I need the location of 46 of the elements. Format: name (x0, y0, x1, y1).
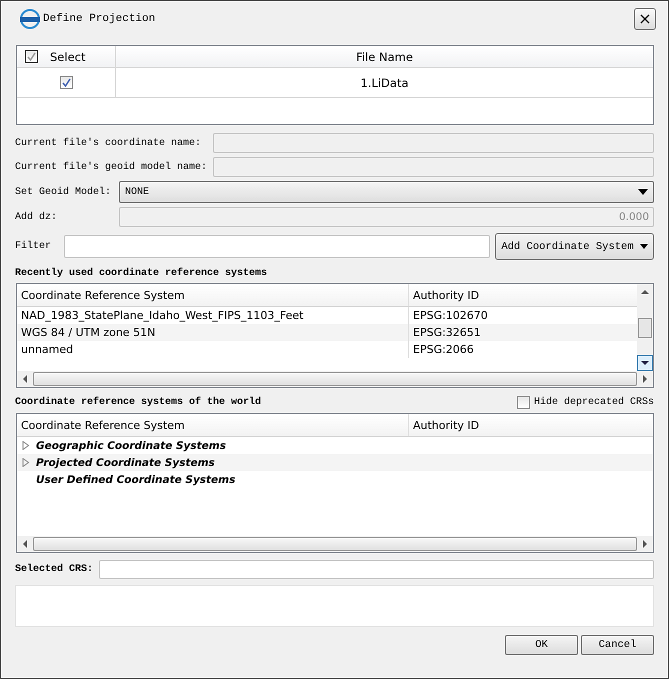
scrollbar-thumb[interactable] (33, 372, 637, 386)
field-label: Current file's geoid model name: (15, 162, 208, 172)
checkbox[interactable] (60, 76, 72, 89)
horizontal-scrollbar[interactable] (17, 371, 653, 387)
filter-label: Filter (15, 241, 52, 252)
filter-field[interactable] (64, 235, 490, 258)
app-logo-icon (19, 8, 41, 30)
tree-item[interactable]: Projected Coordinate Systems (36, 456, 215, 468)
field-label: Current file's coordinate name: (15, 138, 202, 148)
close-button[interactable]: × (634, 8, 656, 30)
column-header: Coordinate Reference System (17, 414, 409, 436)
table-cell: WGS 84 / UTM zone 51N (17, 324, 409, 341)
window-title: Define Projection (43, 13, 156, 25)
table-cell: unnamed (17, 341, 409, 358)
selected-crs-field[interactable] (99, 560, 654, 579)
dropdown-caret-icon (638, 189, 648, 195)
table-cell-text: EPSG:102670 (412, 308, 489, 324)
section-title: Recently used coordinate reference systems (15, 268, 268, 279)
section-title: Coordinate reference systems of the world (15, 397, 262, 408)
scrollbar-thumb[interactable] (33, 537, 637, 551)
expand-triangle-icon[interactable] (22, 458, 30, 467)
scrollbar-thumb[interactable] (638, 318, 652, 338)
column-header: Authority ID (412, 288, 480, 304)
geoid-model-dropdown[interactable]: NONE (119, 181, 654, 203)
tree-item[interactable]: User Defined Coordinate Systems (36, 474, 236, 486)
table-cell-text: EPSG:32651 (412, 325, 482, 341)
column-header: File Name (356, 50, 413, 64)
cancel-button[interactable]: Cancel (581, 635, 654, 655)
horizontal-scrollbar[interactable] (17, 536, 653, 552)
vertical-scrollbar[interactable] (637, 284, 653, 371)
file-name: 1.LiData (360, 76, 409, 90)
column-header: Coordinate Reference System (17, 284, 409, 306)
checkbox-label: Hide deprecated CRSs (534, 397, 654, 408)
column-header: Select (50, 50, 86, 64)
field-label: Add dz: (15, 212, 58, 222)
field-label: Set Geoid Model: (15, 186, 112, 198)
column-header: Authority ID (412, 418, 480, 434)
field-label: Selected CRS: (15, 564, 94, 575)
checkbox[interactable] (516, 396, 530, 409)
checkbox[interactable] (25, 50, 38, 63)
caret-icon (640, 244, 648, 249)
add-coordinate-system-button[interactable]: Add Coordinate System (495, 233, 654, 260)
expand-triangle-icon[interactable] (22, 441, 30, 450)
ok-button[interactable]: OK (505, 635, 578, 655)
table-cell-text: EPSG:2066 (412, 342, 475, 358)
tree-item[interactable]: Geographic Coordinate Systems (36, 440, 226, 452)
